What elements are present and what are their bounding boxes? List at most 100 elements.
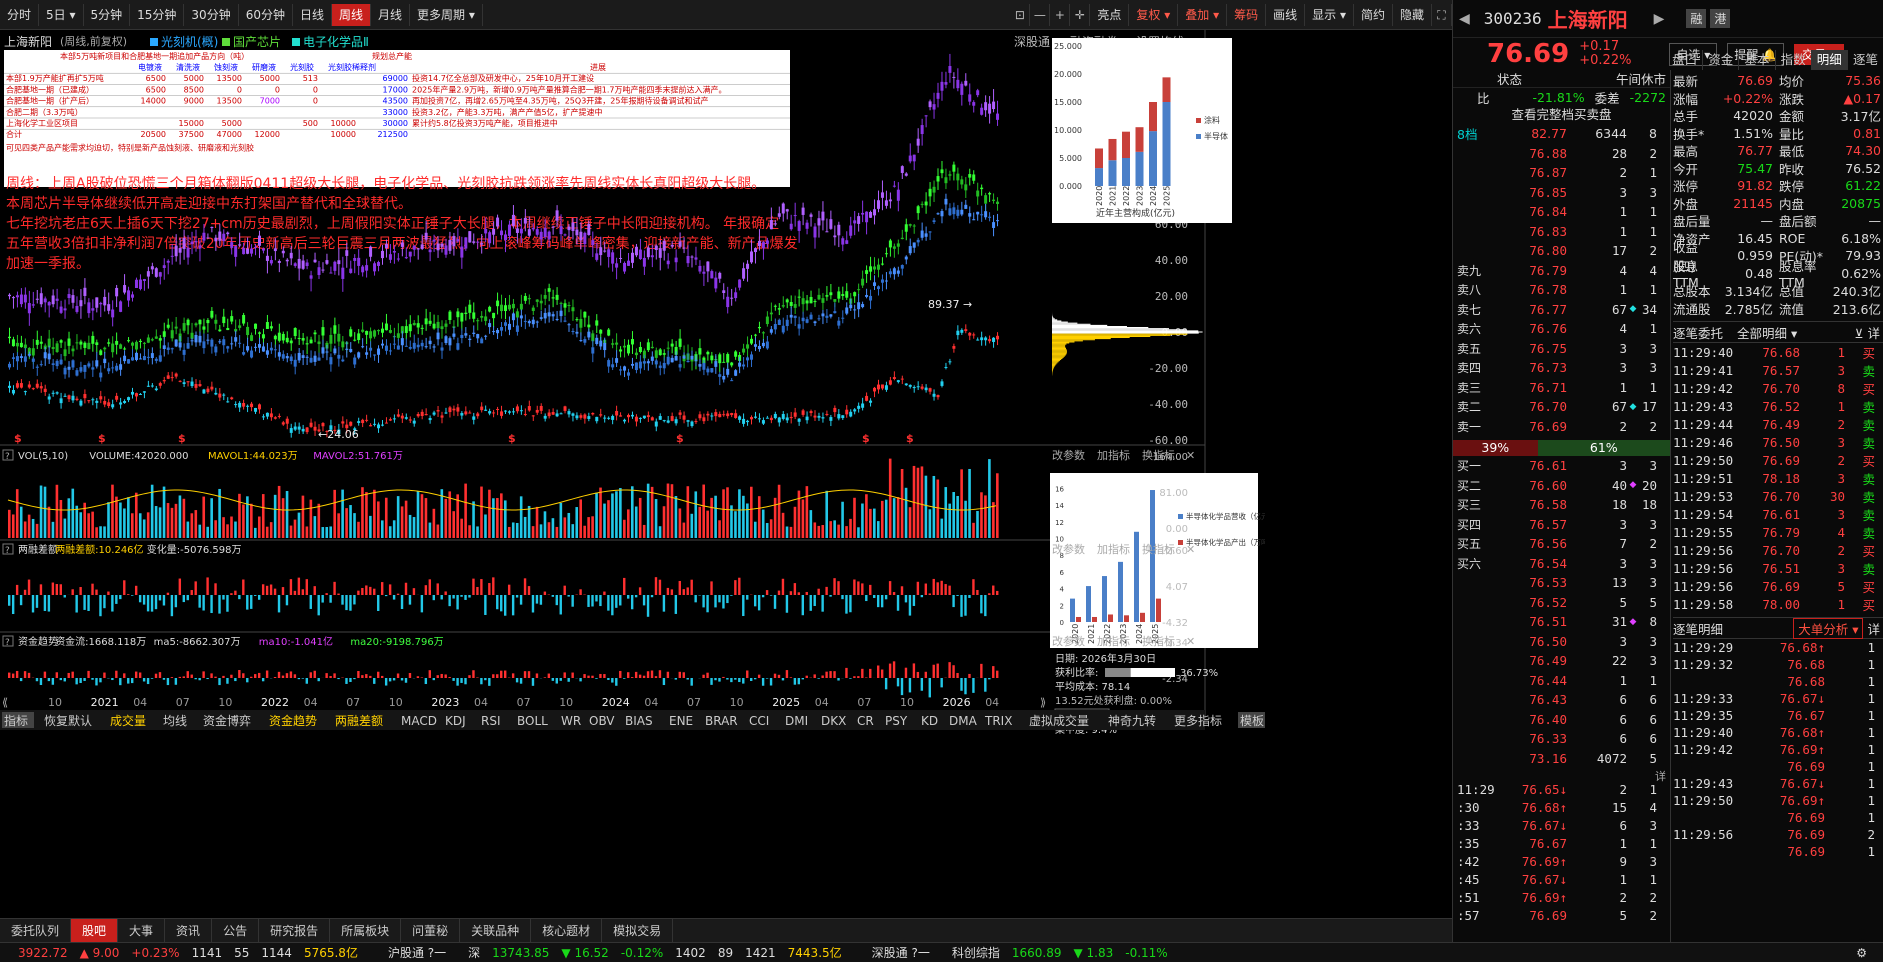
indicator-23[interactable]: TRIX <box>984 714 1012 728</box>
ask-row[interactable]: 卖七 76.77 67 ◆ 34 <box>1453 300 1670 320</box>
rong-badge[interactable]: 融 <box>1686 9 1707 28</box>
vol-tool-0[interactable]: 改参数 <box>1052 448 1085 462</box>
event-marker[interactable]: $ <box>676 432 684 445</box>
lock-icon[interactable]: ⊡ <box>1010 3 1031 26</box>
kline-chart[interactable]: 上海新阳(周线,前复权)光刻机(概)国产芯片电子化学品Ⅱ深股通融资融券设置均线1… <box>0 30 1265 900</box>
period-tab-3[interactable]: 15分钟 <box>130 3 185 26</box>
indicator-20[interactable]: PSY <box>885 714 908 728</box>
overlay-label-1[interactable]: 国产芯片 <box>233 35 281 49</box>
minus-icon[interactable]: — <box>1030 3 1051 26</box>
indicator-0[interactable]: 指标 <box>4 713 28 728</box>
toolbar-btn-4[interactable]: 画线 <box>1266 3 1306 26</box>
bid-row[interactable]: 买六 76.54 3 3 <box>1453 554 1670 574</box>
fund-tool-0[interactable]: 改参数 <box>1052 634 1085 648</box>
bid-row[interactable]: 买五 76.56 7 2 <box>1453 534 1670 554</box>
period-tab-2[interactable]: 5分钟 <box>84 3 131 26</box>
bottom-tab-7[interactable]: 问董秘 <box>401 918 461 943</box>
bid-row[interactable]: 买一 76.61 3 3 <box>1453 456 1670 476</box>
indicator-5[interactable]: 资金趋势 <box>269 713 317 728</box>
indicator-19[interactable]: CR <box>857 714 874 728</box>
chart-tool-0[interactable]: 深股通 <box>1014 35 1050 49</box>
indicator-10[interactable]: BOLL <box>517 714 548 728</box>
indicator-9[interactable]: RSI <box>481 714 501 728</box>
margin-tool-1[interactable]: 加指标 <box>1097 542 1130 556</box>
trades-filter-select[interactable]: 全部明细 ▾ <box>1737 323 1797 342</box>
scroll-left-icon[interactable]: ⟪ <box>2 696 8 709</box>
indicator-26[interactable]: 更多指标 <box>1174 713 1222 728</box>
toolbar-btn-1[interactable]: 复权 ▾ <box>1129 3 1179 26</box>
bottom-tab-1[interactable]: 股吧 <box>71 918 119 943</box>
indicator-15[interactable]: BRAR <box>705 714 738 728</box>
period-tab-1[interactable]: 5日 ▾ <box>39 3 84 26</box>
toolbar-btn-7[interactable]: 隐藏 <box>1393 3 1432 26</box>
detail-tab-0[interactable]: 盘口 <box>1667 50 1704 70</box>
ask-row[interactable]: 76.80 17 2 <box>1453 241 1670 261</box>
ask-row[interactable]: 76.85 3 3 <box>1453 183 1670 203</box>
indicator-3[interactable]: 均线 <box>163 714 187 728</box>
bid-row[interactable]: 76.43 6 6 <box>1453 690 1670 710</box>
margin-tool-0[interactable]: 改参数 <box>1052 542 1085 556</box>
trades-more-icon[interactable]: ⊻ 详 <box>1854 323 1880 342</box>
bid-row[interactable]: 76.40 6 6 <box>1453 710 1670 730</box>
ask-row[interactable]: 卖八 76.78 1 1 <box>1453 280 1670 300</box>
ask-row[interactable]: 卖三 76.71 1 1 <box>1453 378 1670 398</box>
detail-tab-2[interactable]: 基本 <box>1739 50 1776 70</box>
big-order-button[interactable]: 大单分析 ▾ <box>1793 617 1864 639</box>
indicator-22[interactable]: DMA <box>949 714 978 728</box>
indicator-12[interactable]: OBV <box>589 714 615 728</box>
status-hgt[interactable]: 沪股通 ?一 <box>382 944 452 961</box>
toolbar-btn-5[interactable]: 显示 ▾ <box>1305 3 1354 26</box>
indicator-13[interactable]: BIAS <box>625 714 653 728</box>
bottom-tab-8[interactable]: 关联品种 <box>460 918 532 943</box>
bid-row[interactable]: 76.51 31 ◆ 8 <box>1453 612 1670 632</box>
period-tab-7[interactable]: 周线 <box>332 3 372 26</box>
ask-row[interactable]: 卖二 76.70 67 ◆ 17 <box>1453 397 1670 417</box>
next-stock-icon[interactable]: ▶ <box>1654 11 1665 27</box>
detail-tab-5[interactable]: 逐笔 <box>1848 50 1883 70</box>
ask-row[interactable]: 卖一 76.69 2 2 <box>1453 417 1670 437</box>
ask-row[interactable]: 76.88 28 2 <box>1453 144 1670 164</box>
ask-row[interactable]: 卖四 76.73 3 3 <box>1453 358 1670 378</box>
ask-row[interactable]: 76.83 1 1 <box>1453 222 1670 242</box>
indicator-18[interactable]: DKX <box>821 714 846 728</box>
crosshair-icon[interactable]: ✛ <box>1070 3 1091 26</box>
fund-tool-1[interactable]: 加指标 <box>1097 634 1130 648</box>
bottom-tab-9[interactable]: 核心题材 <box>531 918 603 943</box>
plus-icon[interactable]: + <box>1050 3 1071 26</box>
indicator-4[interactable]: 资金博弈 <box>203 713 251 728</box>
event-marker[interactable]: $ <box>906 432 914 445</box>
bid-row[interactable]: 76.53 13 3 <box>1453 573 1670 593</box>
vol-tool-1[interactable]: 加指标 <box>1097 448 1130 462</box>
bottom-tab-6[interactable]: 所属板块 <box>330 918 402 943</box>
toolbar-btn-2[interactable]: 叠加 ▾ <box>1178 3 1228 26</box>
bid-row[interactable]: 买二 76.60 40 ◆ 20 <box>1453 476 1670 496</box>
period-tab-0[interactable]: 分时 <box>0 3 40 26</box>
scroll-right-icon[interactable]: ⟫ <box>1040 696 1046 709</box>
indicator-27[interactable]: 模板 <box>1240 714 1264 728</box>
prev-stock-icon[interactable]: ◀ <box>1459 11 1470 27</box>
indicator-7[interactable]: MACD <box>401 714 437 728</box>
indicator-14[interactable]: ENE <box>669 714 693 728</box>
indicator-24[interactable]: 虚拟成交量 <box>1029 713 1089 728</box>
indicator-2[interactable]: 成交量 <box>110 713 146 728</box>
indicator-11[interactable]: WR <box>561 714 581 728</box>
ask-row[interactable]: 卖五 76.75 3 3 <box>1453 339 1670 359</box>
indicator-8[interactable]: KDJ <box>445 714 466 728</box>
settings-icon[interactable]: ⚙ <box>1850 946 1873 960</box>
period-tab-5[interactable]: 60分钟 <box>239 3 293 26</box>
bottom-tab-2[interactable]: 大事 <box>118 918 166 943</box>
bid-row[interactable]: 76.52 5 5 <box>1453 593 1670 613</box>
detail-tab-4[interactable]: 明细 <box>1811 50 1848 70</box>
bottom-tab-10[interactable]: 模拟交易 <box>602 918 674 943</box>
indicator-1[interactable]: 恢复默认 <box>44 713 92 728</box>
bid-row[interactable]: 76.33 6 6 <box>1453 729 1670 749</box>
toolbar-btn-3[interactable]: 筹码 <box>1227 3 1267 26</box>
full-orderbook-link[interactable]: 查看完整档买卖盘 <box>1453 106 1670 124</box>
details-more-icon[interactable]: 详 <box>1867 619 1880 638</box>
bottom-tab-3[interactable]: 资讯 <box>165 918 213 943</box>
overlay-label-2[interactable]: 电子化学品Ⅱ <box>303 34 369 49</box>
indicator-16[interactable]: CCI <box>749 714 769 728</box>
bid-row[interactable]: 76.50 3 3 <box>1453 632 1670 652</box>
gang-badge[interactable]: 港 <box>1710 9 1731 28</box>
indicator-25[interactable]: 神奇九转 <box>1108 713 1156 728</box>
